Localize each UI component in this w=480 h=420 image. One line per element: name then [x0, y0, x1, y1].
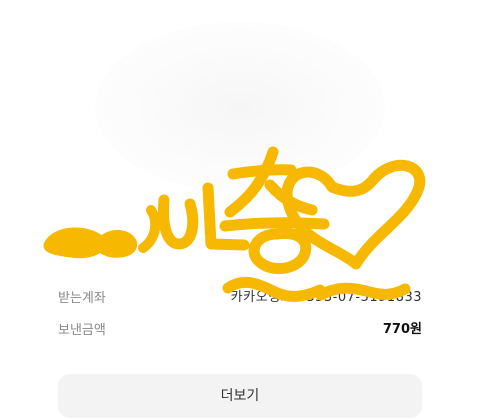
- sent-amount-value: 770원: [382, 322, 422, 337]
- sent-amount-row: 보낸금액 770원: [58, 315, 422, 339]
- handwritten-char-in-stroke-1: [158, 194, 199, 250]
- handwritten-char-jeung-stroke-5: [248, 227, 312, 275]
- scribble-stroke-1: [138, 205, 161, 253]
- blurred-header-shape: [95, 22, 385, 192]
- sent-amount-label: 보낸금액: [58, 323, 106, 338]
- scribble-blob-1: [43, 227, 107, 259]
- handwritten-char-in-stroke-2: [202, 182, 250, 251]
- transfer-receipt-screen: 받는계좌 카카오뱅크 3333-07-5191833 보낸금액 770원 더보기: [0, 0, 480, 420]
- receiving-account-value: 카카오뱅크 3333-07-5191833: [230, 290, 422, 305]
- scribble-blob-2: [94, 229, 138, 258]
- receiving-account-row: 받는계좌 카카오뱅크 3333-07-5191833: [58, 283, 422, 307]
- handwritten-char-jeung-stroke-4: [219, 217, 330, 232]
- more-button[interactable]: 더보기: [58, 374, 422, 418]
- receiving-account-label: 받는계좌: [58, 291, 106, 306]
